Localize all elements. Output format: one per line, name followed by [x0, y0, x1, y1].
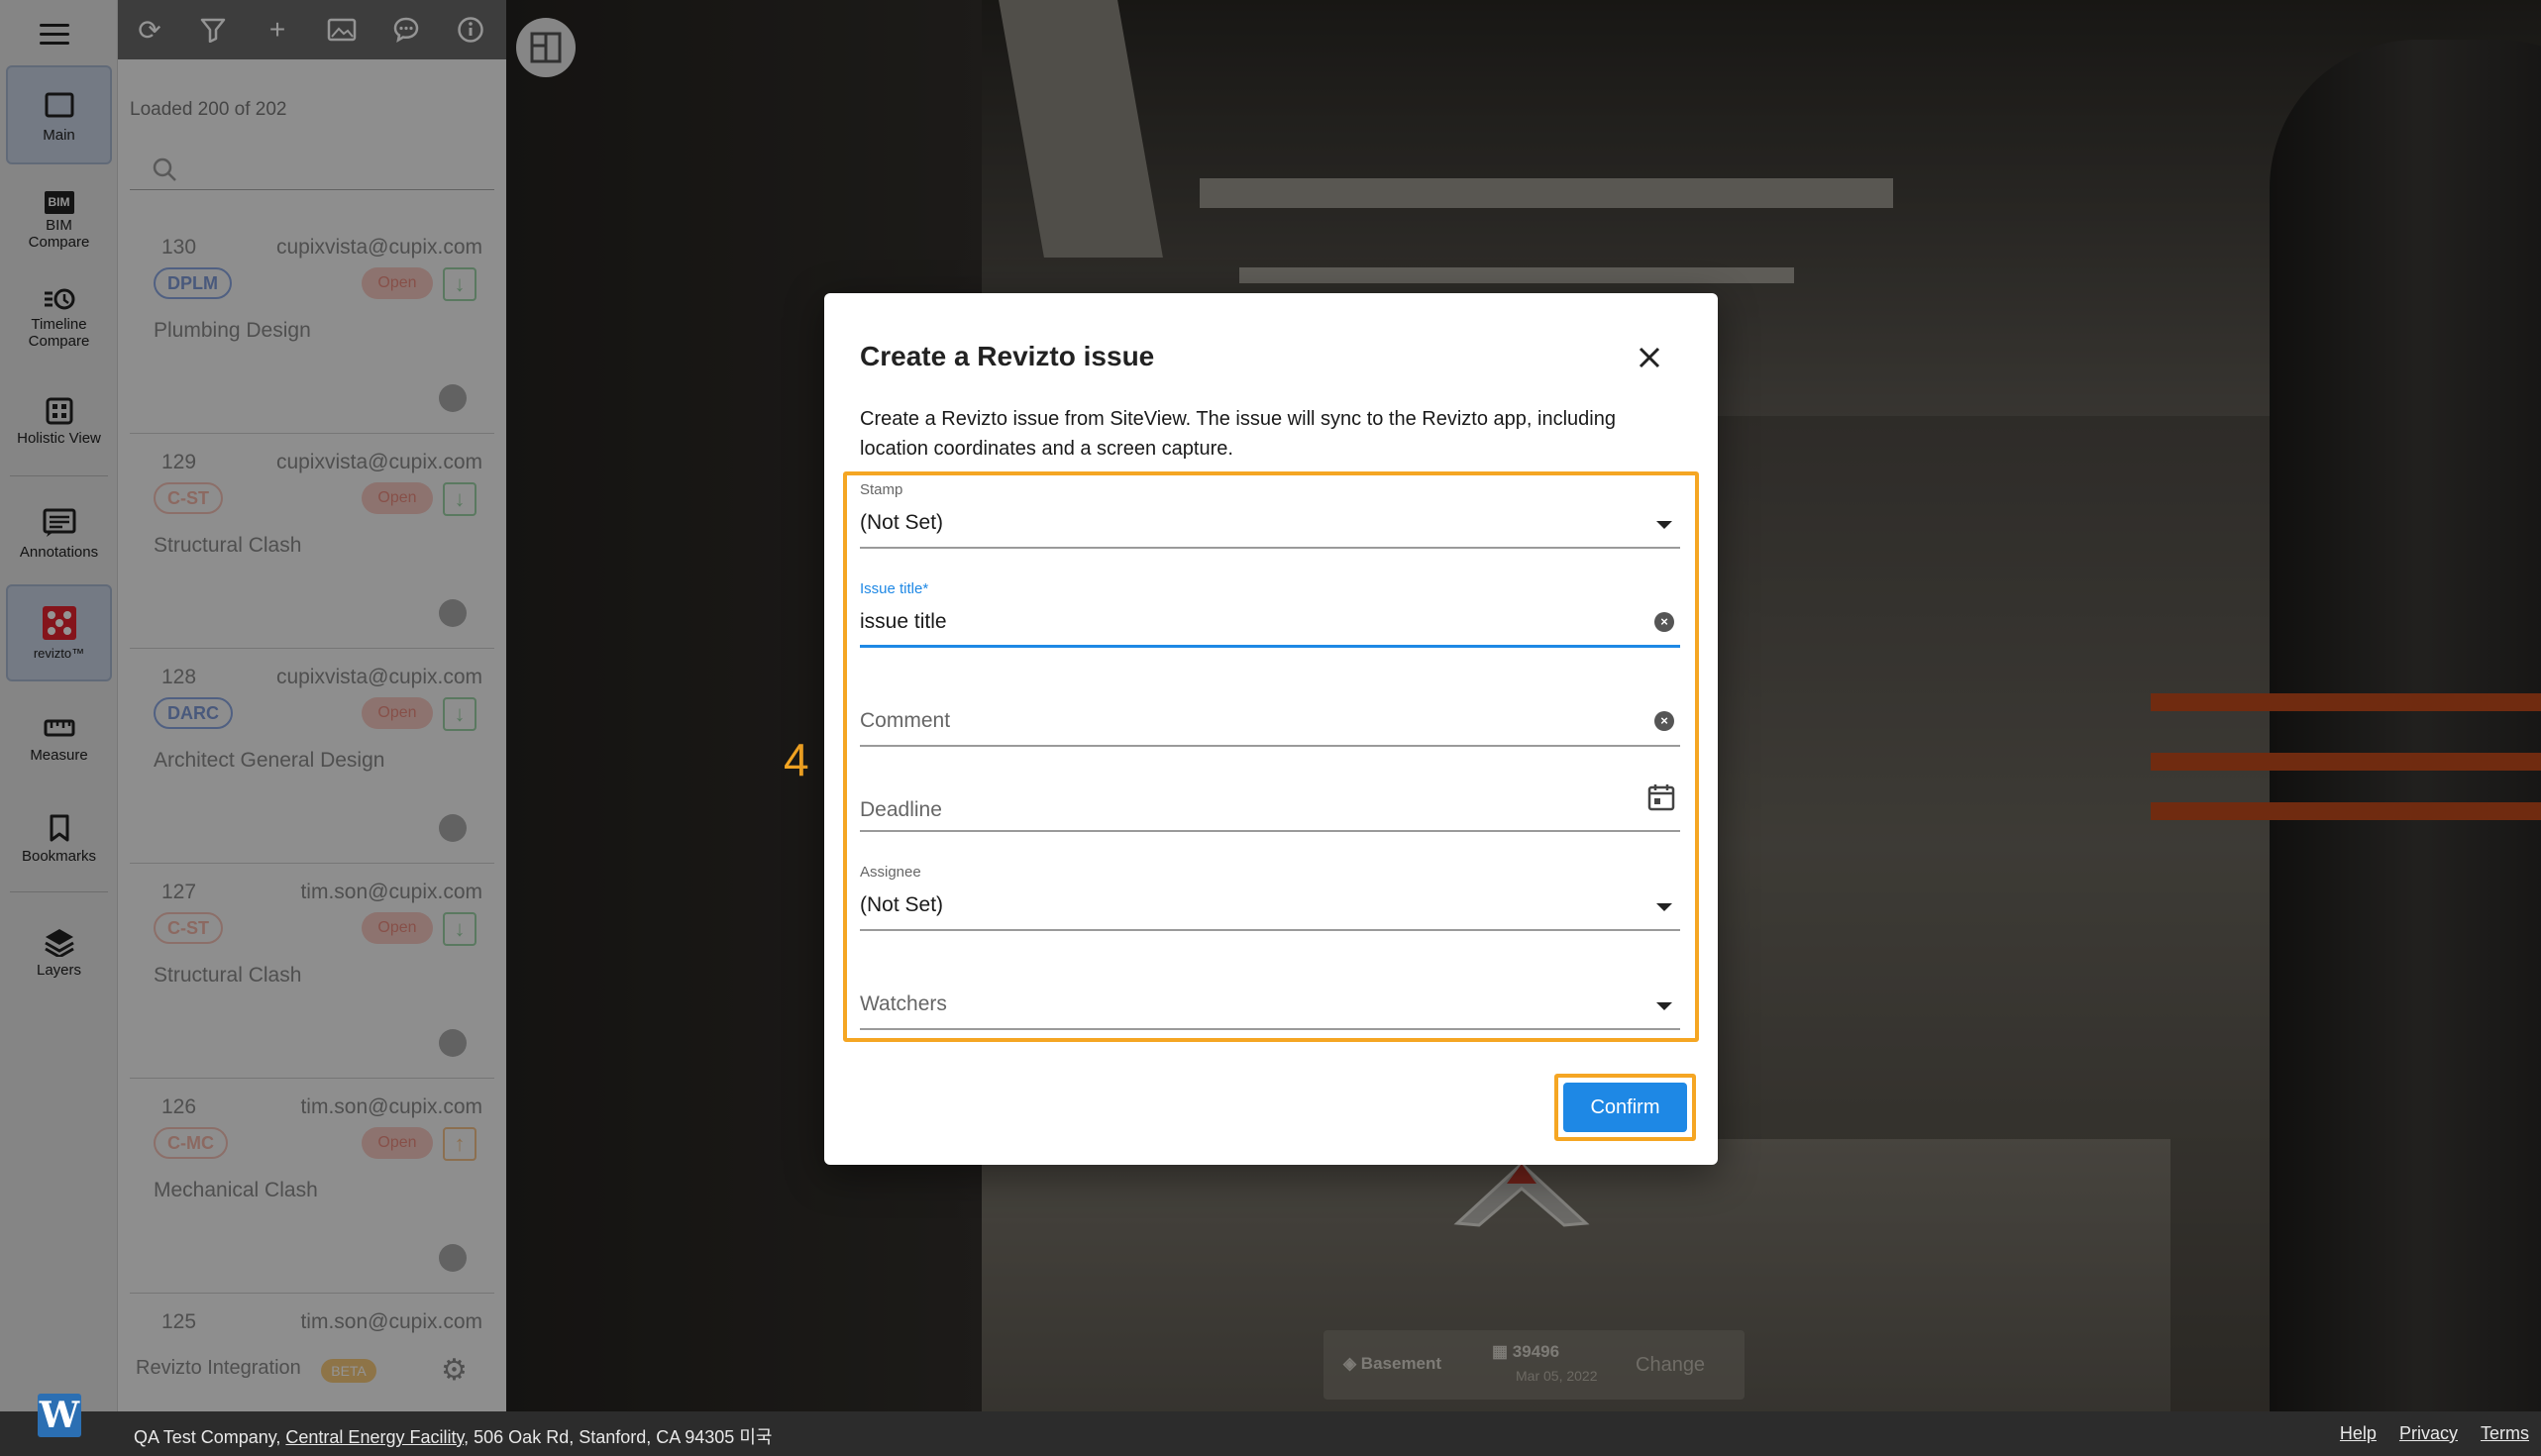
issue-title-field[interactable]: Issue title* issue title ×: [860, 578, 1680, 648]
clear-icon[interactable]: ×: [1654, 612, 1674, 632]
company-name: QA Test Company,: [134, 1427, 286, 1447]
stamp-value: (Not Set): [860, 511, 944, 534]
footer-links: Help Privacy Terms: [2322, 1423, 2529, 1444]
issue-title-label: Issue title*: [860, 580, 929, 597]
chevron-down-icon: [1656, 903, 1672, 911]
assignee-label: Assignee: [860, 864, 921, 881]
terms-link[interactable]: Terms: [2481, 1423, 2529, 1443]
watchers-placeholder: Watchers: [860, 992, 947, 1015]
chevron-down-icon: [1656, 1002, 1672, 1010]
confirm-highlight: Confirm: [1554, 1074, 1696, 1141]
address-text: , 506 Oak Rd, Stanford, CA 94305 미국: [464, 1427, 773, 1447]
status-bar: W QA Test Company, Central Energy Facili…: [0, 1394, 2541, 1456]
clear-icon[interactable]: ×: [1654, 711, 1674, 731]
watchers-select[interactable]: Watchers: [860, 961, 1680, 1030]
close-button[interactable]: [1625, 333, 1674, 382]
privacy-link[interactable]: Privacy: [2399, 1423, 2458, 1443]
assignee-select[interactable]: Assignee (Not Set): [860, 862, 1680, 931]
close-icon: [1639, 347, 1660, 368]
issue-title-value: issue title: [860, 610, 947, 633]
help-link[interactable]: Help: [2340, 1423, 2377, 1443]
deadline-field[interactable]: Deadline: [860, 767, 1680, 832]
dialog-title: Create a Revizto issue: [860, 341, 1155, 371]
comment-placeholder: Comment: [860, 709, 951, 732]
stamp-select[interactable]: Stamp (Not Set): [860, 479, 1680, 549]
app-logo[interactable]: W: [38, 1394, 81, 1437]
stamp-label: Stamp: [860, 481, 903, 498]
project-address: QA Test Company, Central Energy Facility…: [134, 1423, 772, 1449]
comment-field[interactable]: Comment ×: [860, 677, 1680, 747]
deadline-placeholder: Deadline: [860, 798, 942, 821]
form-highlight: [843, 471, 1699, 1042]
chevron-down-icon: [1656, 521, 1672, 529]
step-number: 4: [784, 734, 809, 785]
assignee-value: (Not Set): [860, 893, 944, 916]
dialog-description: Create a Revizto issue from SiteView. Th…: [860, 408, 1616, 460]
calendar-icon[interactable]: [1646, 782, 1676, 812]
confirm-button[interactable]: Confirm: [1563, 1083, 1687, 1132]
create-issue-dialog: Create a Revizto issue Create a Revizto …: [824, 293, 1718, 1165]
project-link[interactable]: Central Energy Facility: [285, 1427, 464, 1447]
